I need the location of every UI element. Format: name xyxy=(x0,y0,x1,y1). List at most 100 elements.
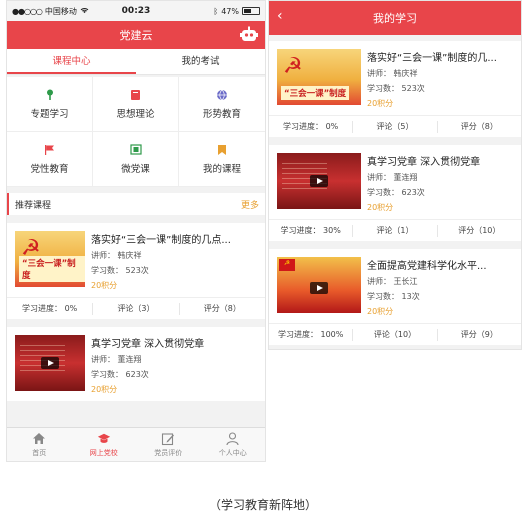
course-progress: 学习进度： 0% xyxy=(7,302,94,315)
thumbnail-text: “三会一课”制度 xyxy=(19,256,85,282)
course-card[interactable]: ☭ “三会一课”制度 落实好“三会一课”制度的几... 讲师： 韩庆祥 学习数：… xyxy=(269,41,521,137)
tab-course-center[interactable]: 课程中心 xyxy=(7,49,136,74)
course-count: 学习数： 623次 xyxy=(91,370,149,379)
course-rating[interactable]: 评分（8） xyxy=(438,121,521,133)
category-ideology-theory[interactable]: 思想理论 xyxy=(93,77,179,132)
category-situation-education[interactable]: 形势教育 xyxy=(179,77,265,132)
more-link[interactable]: 更多 xyxy=(241,198,259,211)
course-card[interactable]: 真学习党章 深入贯彻党章 讲师： 董连翔 学习数： 623次 20积分 xyxy=(7,327,265,401)
course-title: 全面提高党建科学化水平... xyxy=(367,261,487,272)
recommended-section-header: 推荐课程 更多 xyxy=(7,193,265,215)
course-points: 20积分 xyxy=(367,99,394,108)
bookmark-icon xyxy=(216,144,228,156)
user-icon xyxy=(226,431,240,446)
course-rating[interactable]: 评分（8） xyxy=(180,303,265,315)
right-phone-screen: ‹ 我的学习 ☭ “三会一课”制度 落实好“三会一课”制度的几... 讲师： 韩… xyxy=(268,0,522,350)
course-count: 学习数： 523次 xyxy=(367,84,425,93)
thumbnail-text: “三会一课”制度 xyxy=(281,86,350,100)
course-points: 20积分 xyxy=(91,281,118,290)
signal-icon: ●●○○○ xyxy=(12,6,43,16)
book-icon xyxy=(130,89,142,101)
course-comments[interactable]: 评论（3） xyxy=(93,302,180,315)
film-icon xyxy=(129,144,142,156)
course-rating[interactable]: 评分（9） xyxy=(438,329,521,341)
course-points: 20积分 xyxy=(91,385,118,394)
flag-icon xyxy=(44,144,56,156)
edit-icon xyxy=(161,432,175,446)
course-thumbnail: ☭ “三会一课”制度 xyxy=(277,49,361,105)
category-topic-study[interactable]: 专题学习 xyxy=(7,77,93,132)
nav-label: 网上党校 xyxy=(89,448,118,457)
play-icon xyxy=(41,357,59,369)
category-label: 专题学习 xyxy=(30,108,69,120)
tab-my-exams[interactable]: 我的考试 xyxy=(136,49,265,74)
course-thumbnail xyxy=(15,335,85,391)
nav-label: 首页 xyxy=(32,448,47,457)
battery-icon xyxy=(242,7,260,15)
nav-member-evaluation[interactable]: 党员评价 xyxy=(136,428,201,461)
battery-percent: 47% xyxy=(221,6,239,16)
globe-icon xyxy=(216,89,228,101)
course-rating[interactable]: 评分（10） xyxy=(438,225,521,237)
nav-home[interactable]: 首页 xyxy=(7,428,72,461)
bottom-navigation: 首页 网上党校 党员评价 个人中心 xyxy=(7,427,265,461)
course-title: 真学习党章 深入贯彻党章 xyxy=(91,339,205,350)
course-teacher: 讲师： 王长江 xyxy=(367,277,418,286)
tab-bar: 课程中心 我的考试 xyxy=(7,49,265,75)
course-teacher: 讲师： 韩庆祥 xyxy=(367,69,418,78)
section-title: 推荐课程 xyxy=(15,200,52,211)
course-count: 学习数： 523次 xyxy=(91,266,149,275)
page-title: 我的学习 xyxy=(373,12,417,25)
category-label: 党性教育 xyxy=(30,163,69,175)
graduation-cap-icon xyxy=(97,432,111,446)
course-teacher: 讲师： 韩庆祥 xyxy=(91,251,142,260)
course-thumbnail: ☭ “三会一课”制度 xyxy=(15,231,85,287)
play-icon xyxy=(310,175,328,187)
course-comments[interactable]: 评论（10） xyxy=(353,328,438,341)
hammer-sickle-icon: ☭ xyxy=(283,54,303,79)
image-caption: （学习教育新阵地） xyxy=(208,498,317,512)
course-teacher: 讲师： 董连翔 xyxy=(91,355,142,364)
course-teacher: 讲师： 董连翔 xyxy=(367,173,418,182)
category-label: 形势教育 xyxy=(202,108,241,120)
category-grid: 专题学习 思想理论 形势教育 党性教育 微党课 我的课程 xyxy=(7,77,265,187)
course-progress: 学习进度： 100% xyxy=(269,328,354,341)
category-label: 思想理论 xyxy=(116,108,155,120)
flag-icon: ☭ xyxy=(279,259,295,271)
course-card[interactable]: 真学习党章 深入贯彻党章 讲师： 董连翔 学习数： 623次 20积分 学习进度… xyxy=(269,145,521,241)
course-progress: 学习进度： 30% xyxy=(269,224,354,237)
category-party-spirit[interactable]: 党性教育 xyxy=(7,132,93,187)
status-bar: ●●○○○ 中国移动 00:23 ᛒ 47% xyxy=(7,1,265,21)
course-footer: 学习进度： 0% 评论（3） 评分（8） xyxy=(7,297,265,319)
course-comments[interactable]: 评论（1） xyxy=(353,224,438,237)
nav-online-party-school[interactable]: 网上党校 xyxy=(72,428,137,461)
course-comments[interactable]: 评论（5） xyxy=(353,120,438,133)
play-icon xyxy=(310,281,328,294)
course-footer: 学习进度： 100% 评论（10） 评分（9） xyxy=(269,323,521,345)
course-count: 学习数： 623次 xyxy=(367,188,425,197)
app-title: 党建云 xyxy=(119,29,153,42)
back-arrow-icon[interactable]: ‹ xyxy=(277,8,283,24)
left-phone-screen: ●●○○○ 中国移动 00:23 ᛒ 47% 党建云 课程中心 我的考试 专题学… xyxy=(6,0,266,462)
pin-icon xyxy=(44,89,56,101)
course-footer: 学习进度： 0% 评论（5） 评分（8） xyxy=(269,115,521,137)
course-title: 落实好“三会一课”制度的几点... xyxy=(91,235,231,246)
nav-personal-center[interactable]: 个人中心 xyxy=(201,428,266,461)
robot-icon[interactable] xyxy=(239,25,259,45)
category-micro-lesson[interactable]: 微党课 xyxy=(93,132,179,187)
course-card[interactable]: ☭ 全面提高党建科学化水平... 讲师： 王长江 学习数： 13次 20积分 学… xyxy=(269,249,521,345)
category-label: 微党课 xyxy=(121,163,150,175)
course-progress: 学习进度： 0% xyxy=(269,120,354,133)
course-title: 真学习党章 深入贯彻党章 xyxy=(367,157,481,168)
bluetooth-icon: ᛒ xyxy=(213,6,219,16)
course-points: 20积分 xyxy=(367,307,394,316)
category-label: 我的课程 xyxy=(202,163,241,175)
course-points: 20积分 xyxy=(367,203,394,212)
nav-label: 个人中心 xyxy=(218,448,247,457)
course-thumbnail: ☭ xyxy=(277,257,361,313)
course-title: 落实好“三会一课”制度的几... xyxy=(367,53,497,64)
course-thumbnail xyxy=(277,153,361,209)
my-learning-header: ‹ 我的学习 xyxy=(269,1,521,35)
category-my-courses[interactable]: 我的课程 xyxy=(179,132,265,187)
course-card[interactable]: ☭ “三会一课”制度 落实好“三会一课”制度的几点... 讲师： 韩庆祥 学习数… xyxy=(7,223,265,319)
